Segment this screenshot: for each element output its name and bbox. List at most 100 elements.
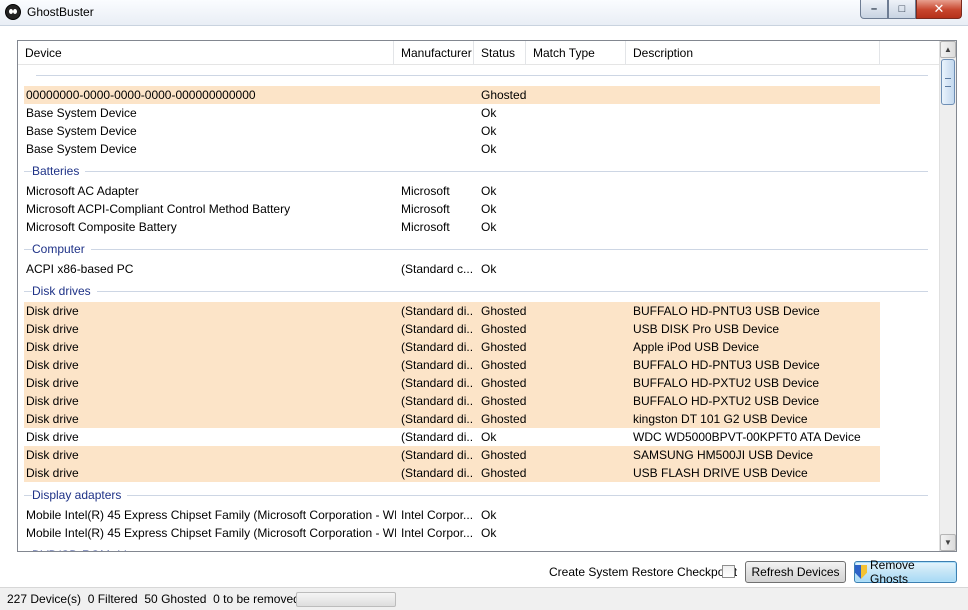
cell-manufacturer: (Standard di...	[401, 340, 473, 354]
cell-status: Ghosted	[481, 394, 527, 408]
cell-status: Ghosted	[481, 88, 527, 102]
cell-status: Ok	[481, 142, 497, 156]
column-header-status[interactable]: Status	[474, 41, 526, 65]
table-row[interactable]: Base System Device Ok	[24, 122, 880, 140]
scroll-down-arrow-icon[interactable]: ▼	[940, 534, 956, 551]
cell-status: Ok	[481, 202, 497, 216]
cell-description: BUFFALO HD-PNTU3 USB Device	[633, 358, 820, 372]
group-header[interactable]: Computer	[24, 240, 928, 258]
group-header[interactable]: Display adapters	[24, 486, 928, 504]
table-row[interactable]: Base System Device Ok	[24, 140, 880, 158]
table-row[interactable]: Microsoft Composite Battery Microsoft Ok	[24, 218, 880, 236]
cell-device: Disk drive	[26, 304, 79, 318]
group-label: DVD/CD-ROM drives	[32, 546, 152, 551]
app-ghost-icon	[5, 4, 21, 20]
table-row[interactable]: Microsoft AC Adapter Microsoft Ok	[24, 182, 880, 200]
cell-device: Mobile Intel(R) 45 Express Chipset Famil…	[26, 508, 396, 522]
column-header-device[interactable]: Device	[18, 41, 394, 65]
table-row[interactable]: Mobile Intel(R) 45 Express Chipset Famil…	[24, 524, 880, 542]
vertical-scrollbar[interactable]: ▲ ▼	[939, 41, 956, 551]
column-header-manufacturer[interactable]: Manufacturer	[394, 41, 474, 65]
cell-description: kingston DT 101 G2 USB Device	[633, 412, 808, 426]
cell-device: ACPI x86-based PC	[26, 262, 134, 276]
device-list[interactable]: Device Manufacturer Status Match Type De…	[17, 40, 957, 552]
cell-device: Disk drive	[26, 394, 79, 408]
column-header-match-type[interactable]: Match Type	[526, 41, 626, 65]
cell-manufacturer: (Standard di...	[401, 358, 473, 372]
column-header-description[interactable]: Description	[626, 41, 880, 65]
table-row[interactable]: Disk drive (Standard di... Ghosted BUFFALO …	[24, 302, 880, 320]
cell-manufacturer: (Standard di...	[401, 394, 473, 408]
cell-device: Microsoft Composite Battery	[26, 220, 177, 234]
scroll-up-arrow-icon[interactable]: ▲	[940, 41, 956, 58]
cell-manufacturer: (Standard di...	[401, 412, 473, 426]
table-row[interactable]: Disk drive (Standard di... Ghosted SAMSUNG …	[24, 446, 880, 464]
cell-description: USB DISK Pro USB Device	[633, 322, 780, 336]
table-row[interactable]: Disk drive (Standard di... Ghosted BUFFALO …	[24, 374, 880, 392]
cell-description: SAMSUNG HM500JI USB Device	[633, 448, 814, 462]
list-body: 00000000-0000-0000-0000-000000000000 Ghos…	[18, 65, 939, 551]
cell-device: Disk drive	[26, 466, 79, 480]
cell-device: Mobile Intel(R) 45 Express Chipset Famil…	[26, 526, 396, 540]
group-header[interactable]: DVD/CD-ROM drives	[24, 546, 928, 551]
table-row[interactable]: Microsoft ACPI-Compliant Control Method …	[24, 200, 880, 218]
cell-manufacturer: Intel Corpor...	[401, 508, 473, 522]
cell-device: Disk drive	[26, 430, 79, 444]
cell-status: Ghosted	[481, 376, 527, 390]
cell-device: Disk drive	[26, 412, 79, 426]
cell-device: Disk drive	[26, 376, 79, 390]
cell-status: Ok	[481, 508, 497, 522]
cell-description: BUFFALO HD-PXTU2 USB Device	[633, 394, 820, 408]
refresh-devices-button[interactable]: Refresh Devices	[745, 561, 846, 583]
table-row[interactable]: Disk drive (Standard di... Ghosted kingston…	[24, 410, 880, 428]
restore-checkpoint-label: Create System Restore Checkpoint	[549, 565, 738, 579]
cell-status: Ok	[481, 526, 497, 540]
cell-device: Base System Device	[26, 106, 137, 120]
group-label: Disk drives	[32, 282, 97, 300]
cell-description: USB FLASH DRIVE USB Device	[633, 466, 808, 480]
group-separator	[24, 171, 928, 172]
list-header: Device Manufacturer Status Match Type De…	[18, 41, 939, 65]
table-row[interactable]: 00000000-0000-0000-0000-000000000000 Ghos…	[24, 86, 880, 104]
cell-manufacturer: (Standard di...	[401, 430, 473, 444]
table-row[interactable]: Disk drive (Standard di... Ok WDC WD5000BPV…	[24, 428, 880, 446]
table-row[interactable]: Mobile Intel(R) 45 Express Chipset Famil…	[24, 506, 880, 524]
cell-status: Ok	[481, 184, 497, 198]
cell-status: Ghosted	[481, 304, 527, 318]
cell-manufacturer: (Standard di...	[401, 448, 473, 462]
maximize-button[interactable]: □	[888, 0, 916, 19]
table-row[interactable]: Disk drive (Standard di... Ghosted BUFFALO …	[24, 356, 880, 374]
table-row[interactable]: Disk drive (Standard di... Ghosted USB FLAS…	[24, 464, 880, 482]
table-row[interactable]: Disk drive (Standard di... Ghosted Apple iP…	[24, 338, 880, 356]
cell-status: Ghosted	[481, 448, 527, 462]
cell-status: Ok	[481, 430, 497, 444]
minimize-button[interactable]: –	[860, 0, 888, 19]
group-label: Computer	[32, 240, 91, 258]
cell-status: Ghosted	[481, 340, 527, 354]
group-separator	[24, 291, 928, 292]
group-header[interactable]: Disk drives	[24, 282, 928, 300]
restore-checkpoint-checkbox[interactable]	[722, 565, 735, 578]
table-row[interactable]: Base System Device Ok	[24, 104, 880, 122]
remove-ghosts-button[interactable]: Remove Ghosts	[854, 558, 957, 586]
group-header[interactable]: Batteries	[24, 162, 928, 180]
group-separator	[24, 495, 928, 496]
cell-status: Ok	[481, 220, 497, 234]
window-title: GhostBuster	[27, 5, 94, 19]
scroll-thumb[interactable]	[941, 59, 955, 105]
group-separator	[24, 249, 928, 250]
cell-device: Microsoft AC Adapter	[26, 184, 139, 198]
table-row[interactable]: ACPI x86-based PC (Standard c... Ok	[24, 260, 880, 278]
cell-status: Ok	[481, 124, 497, 138]
close-button[interactable]: ✕	[916, 0, 962, 19]
cell-device: Base System Device	[26, 142, 137, 156]
table-row[interactable]: Disk drive (Standard di... Ghosted BUFFALO …	[24, 392, 880, 410]
table-row[interactable]: Disk drive (Standard di... Ghosted USB DISK…	[24, 320, 880, 338]
group-label: Batteries	[32, 162, 86, 180]
cell-device: Disk drive	[26, 322, 79, 336]
group-label: Display adapters	[32, 486, 128, 504]
status-text: 227 Device(s) 0 Filtered 50 Ghosted 0 to…	[7, 592, 300, 606]
cell-manufacturer: Microsoft	[401, 220, 450, 234]
cell-manufacturer: (Standard di...	[401, 376, 473, 390]
window-controls: – □ ✕	[860, 0, 962, 19]
